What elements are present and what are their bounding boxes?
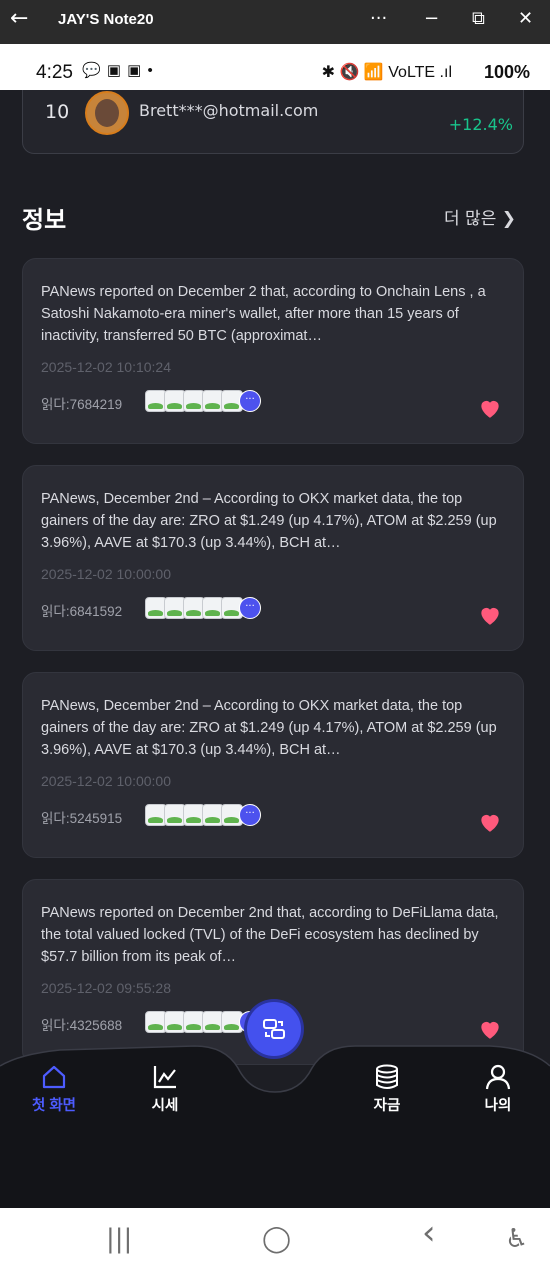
window-minimize-button[interactable]: − [424,9,439,29]
window-back-button[interactable]: ← [10,8,28,30]
window-close-button[interactable]: ✕ [518,9,533,29]
swap-button[interactable] [247,1002,301,1056]
status-time: 4:25 [36,62,73,83]
window-title: JAY'S Note20 [58,11,154,28]
nav-home[interactable]: 첫 화면 [14,1062,94,1115]
notification-icons: 💬 ▣ ▣ • [82,62,154,79]
news-date: 2025-12-02 10:10:24 [41,359,171,375]
battery-level: 100% [483,62,530,82]
more-readers-icon[interactable]: ··· [239,597,261,619]
heart-icon[interactable] [477,395,503,421]
accessibility-button[interactable]: ♿ [505,1224,528,1254]
avatar [85,91,129,135]
news-date: 2025-12-02 09:55:28 [41,980,171,996]
nav-label: 시세 [151,1098,179,1114]
nav-label: 자금 [373,1098,401,1114]
rank-number: 10 [45,101,70,123]
news-date: 2025-12-02 10:00:00 [41,566,171,582]
section-title: 정보 [22,206,67,234]
user-icon [485,1064,511,1090]
news-text: PANews, December 2nd – According to OKX … [41,698,497,758]
back-button[interactable]: ‹ [422,1216,436,1250]
nav-mine[interactable]: 나의 [458,1062,538,1115]
more-readers-icon[interactable]: ··· [239,390,261,412]
heart-icon[interactable] [477,809,503,835]
nav-label: 나의 [484,1098,512,1114]
news-card[interactable]: PANews, December 2nd – According to OKX … [22,672,524,858]
news-card[interactable]: PANews, December 2nd – According to OKX … [22,465,524,651]
app-screen: 10 Brett***@hotmail.com +12.4% 정보 더 많은 ❯… [0,90,550,1208]
rank-email: Brett***@hotmail.com [139,101,319,120]
home-button[interactable]: ◯ [262,1224,291,1254]
chart-icon [153,1066,176,1089]
nav-label: 첫 화면 [31,1098,77,1114]
news-text: PANews reported on December 2nd that, ac… [41,905,499,965]
news-text: PANews, December 2nd – According to OKX … [41,491,497,551]
window-restore-button[interactable]: ⧉ [472,9,485,29]
swap-icon [263,1019,285,1039]
news-card[interactable]: PANews reported on December 2 that, acco… [22,258,524,444]
nav-market[interactable]: 시세 [125,1062,205,1115]
nav-funds[interactable]: 자금 [347,1062,427,1115]
system-nav-bar: ||| ◯ ‹ ♿ [0,1208,550,1273]
read-count: 읽다:7684219 [41,397,123,412]
more-link[interactable]: 더 많은 ❯ [444,204,516,229]
read-count: 읽다:6841592 [41,604,123,619]
rank-change: +12.4% [448,115,513,134]
signal-icons: ✱ 🔇 📶 VoLTE .ıl [321,64,452,81]
heart-icon[interactable] [477,602,503,628]
more-readers-icon[interactable]: ··· [239,804,261,826]
news-text: PANews reported on December 2 that, acco… [41,284,486,344]
ranking-card[interactable]: 10 Brett***@hotmail.com +12.4% [22,90,524,154]
window-titlebar: ← JAY'S Note20 ··· − ⧉ ✕ [0,0,550,44]
news-date: 2025-12-02 10:00:00 [41,773,171,789]
recent-apps-button[interactable]: ||| [106,1224,132,1254]
coins-icon [376,1064,398,1089]
phone-status-bar: 4:25 💬 ▣ ▣ • ✱ 🔇 📶 VoLTE .ıl 100% [0,44,550,96]
home-icon [42,1065,66,1089]
read-count: 읽다:5245915 [41,811,123,826]
window-menu-button[interactable]: ··· [370,9,387,29]
